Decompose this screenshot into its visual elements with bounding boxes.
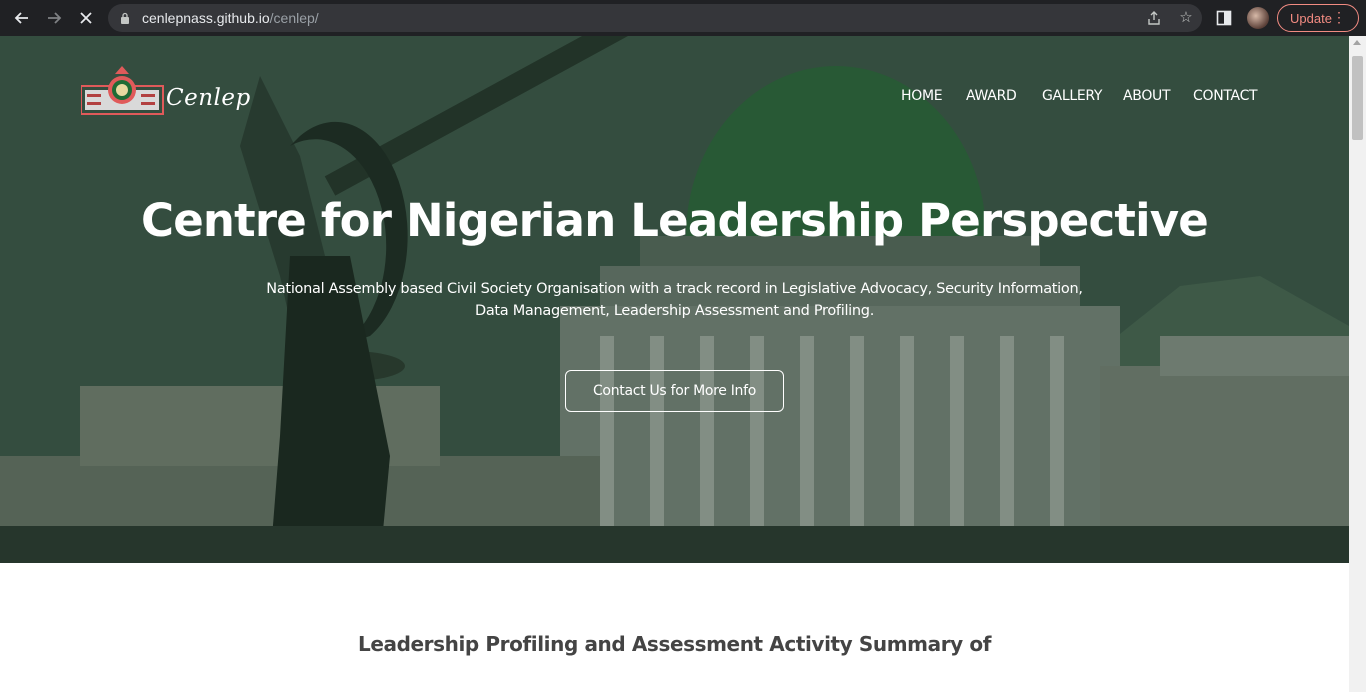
nav-contact[interactable]: CONTACT: [1193, 88, 1258, 104]
update-button[interactable]: Update ⋮: [1277, 4, 1359, 32]
browser-toolbar: cenlepnass.github.io/cenlep/ ☆ Update ⋮: [0, 0, 1366, 36]
hero-subtitle: National Assembly based Civil Society Or…: [266, 281, 1083, 319]
side-panel-icon[interactable]: [1216, 10, 1232, 26]
page-viewport: Cenlep HOME AWARD GALLERY ABOUT CONTACT …: [0, 36, 1349, 692]
share-icon[interactable]: [1146, 10, 1162, 26]
nav-home[interactable]: HOME: [901, 88, 943, 104]
scroll-up-icon[interactable]: [1353, 40, 1361, 45]
page-scrollbar[interactable]: [1349, 36, 1366, 692]
nav-award[interactable]: AWARD: [966, 88, 1017, 104]
update-label: Update: [1290, 10, 1332, 26]
summary-heading: Leadership Profiling and Assessment Acti…: [357, 632, 992, 656]
bookmark-star-icon[interactable]: ☆: [1178, 10, 1194, 26]
url-text: cenlepnass.github.io/cenlep/: [142, 10, 319, 26]
contact-cta-button[interactable]: Contact Us for More Info: [565, 370, 784, 412]
more-menu-icon[interactable]: ⋮: [1332, 10, 1346, 24]
hero-title: Centre for Nigerian Leadership Perspecti…: [140, 194, 1209, 247]
profile-avatar[interactable]: [1247, 7, 1269, 29]
address-bar[interactable]: cenlepnass.github.io/cenlep/ ☆: [108, 4, 1202, 32]
nav-about[interactable]: ABOUT: [1123, 88, 1171, 104]
stop-loading-icon[interactable]: [74, 6, 98, 30]
logo-text[interactable]: Cenlep: [166, 85, 251, 111]
lock-icon: [121, 12, 129, 24]
forward-icon[interactable]: [42, 6, 66, 30]
scrollbar-thumb[interactable]: [1352, 56, 1363, 140]
nav-gallery[interactable]: GALLERY: [1042, 88, 1102, 104]
hero-section: Cenlep HOME AWARD GALLERY ABOUT CONTACT …: [0, 36, 1349, 563]
back-icon[interactable]: [10, 6, 34, 30]
